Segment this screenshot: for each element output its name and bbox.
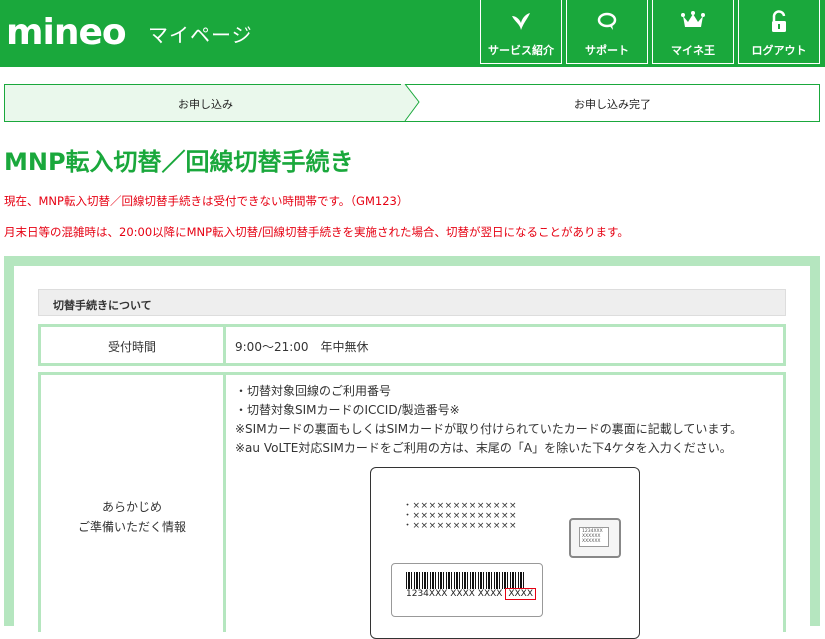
nav-logout-button[interactable]: ログアウト xyxy=(738,0,820,64)
mineo-logo[interactable]: mineo xyxy=(6,10,127,56)
hours-value-cell: 9:00〜21:00 年中無休 xyxy=(226,327,783,363)
barcode-icon xyxy=(406,572,524,589)
sim-chip-label: 1234XXX XXXXXX XXXXXX xyxy=(579,527,609,547)
unlock-icon xyxy=(772,10,786,32)
info-line-number: ・切替対象回線のご利用番号 xyxy=(235,384,392,398)
required-info-label-line2: ご準備いただく情報 xyxy=(77,520,186,534)
required-info-label-line1: あらかじめ xyxy=(101,500,162,514)
barcode-sticker: 1234XXX XXXX XXXX XXXX xyxy=(391,563,543,617)
nav-support-label: サポート xyxy=(585,44,629,57)
sim-card-illustration: ・××××××××××××× ・××××××××××××× ・×××××××××… xyxy=(370,467,640,639)
step-arrow-icon xyxy=(401,84,420,122)
step-complete-label: お申し込み完了 xyxy=(574,98,651,111)
nav-maineo-label: マイネ王 xyxy=(671,44,715,57)
table-row-required-info: あらかじめ ご準備いただく情報 ・切替対象回線のご利用番号 ・切替対象SIMカー… xyxy=(38,372,786,639)
crown-icon xyxy=(681,11,705,27)
progress-steps: お申し込み お申し込み完了 xyxy=(4,84,820,122)
notice-unavailable: 現在、MNP転入切替／回線切替手続きは受付できない時間帯です。（GM123） xyxy=(4,194,409,208)
nav-service-button[interactable]: サービス紹介 xyxy=(480,0,562,64)
barcode-number-text: 1234XXX XXXX XXXX xyxy=(406,589,503,599)
procedure-panel-inner: 切替手続きについて 受付時間 9:00〜21:00 年中無休 あらかじめ ご準備… xyxy=(14,266,810,639)
hours-label: 受付時間 xyxy=(107,340,156,354)
procedure-panel: 切替手続きについて 受付時間 9:00〜21:00 年中無休 あらかじめ ご準備… xyxy=(4,256,820,639)
required-info-value-cell: ・切替対象回線のご利用番号 ・切替対象SIMカードのICCID/製造番号※ ※S… xyxy=(226,375,783,639)
sim-chip-icon: 1234XXX XXXXXX XXXXXX xyxy=(569,518,621,558)
hours-label-cell: 受付時間 xyxy=(41,327,223,363)
notice-congestion: 月末日等の混雑時は、20:00以降にMNP転入切替/回線切替手続きを実施された場… xyxy=(4,225,629,239)
page-title: MNP転入切替／回線切替手続き xyxy=(4,148,354,176)
table-row-hours: 受付時間 9:00〜21:00 年中無休 xyxy=(38,324,786,366)
heart-sprout-icon xyxy=(512,13,530,30)
required-info-label-cell: あらかじめ ご準備いただく情報 xyxy=(41,375,223,635)
step-application: お申し込み xyxy=(5,85,405,121)
site-header: mineo マイページ サービス紹介 サポート マイネ王 ログアウト xyxy=(0,0,825,67)
card-x-lines: ・××××××××××××× ・××××××××××××× ・×××××××××… xyxy=(403,501,517,531)
hours-value: 9:00〜21:00 年中無休 xyxy=(235,340,369,354)
step-application-label: お申し込み xyxy=(178,98,233,111)
info-line-iccid: ・切替対象SIMカードのICCID/製造番号※ xyxy=(235,403,460,417)
nav-maineo-button[interactable]: マイネ王 xyxy=(652,0,734,64)
card-x-line: ・××××××××××××× xyxy=(403,521,518,531)
section-heading: 切替手続きについて xyxy=(38,289,786,316)
nav-support-button[interactable]: サポート xyxy=(566,0,648,64)
card-x-line: ・××××××××××××× xyxy=(403,511,518,521)
info-line-location-note: ※SIMカードの裏面もしくはSIMカードが取り付けられていたカードの裏面に記載し… xyxy=(235,422,743,436)
chat-bubble-icon xyxy=(597,12,617,30)
card-x-line: ・××××××××××××× xyxy=(403,501,518,511)
info-line-volte-note: ※au VoLTE対応SIMカードをご利用の方は、末尾の「A」を除いた下4ケタを… xyxy=(235,441,732,455)
iccid-highlight: XXXX xyxy=(505,588,536,600)
mypage-title: マイページ xyxy=(148,23,253,47)
barcode-number: 1234XXX XXXX XXXX XXXX xyxy=(406,588,536,600)
chip-text-line: XXXXXX xyxy=(582,539,601,544)
nav-service-label: サービス紹介 xyxy=(488,44,554,57)
nav-logout-label: ログアウト xyxy=(751,44,807,57)
